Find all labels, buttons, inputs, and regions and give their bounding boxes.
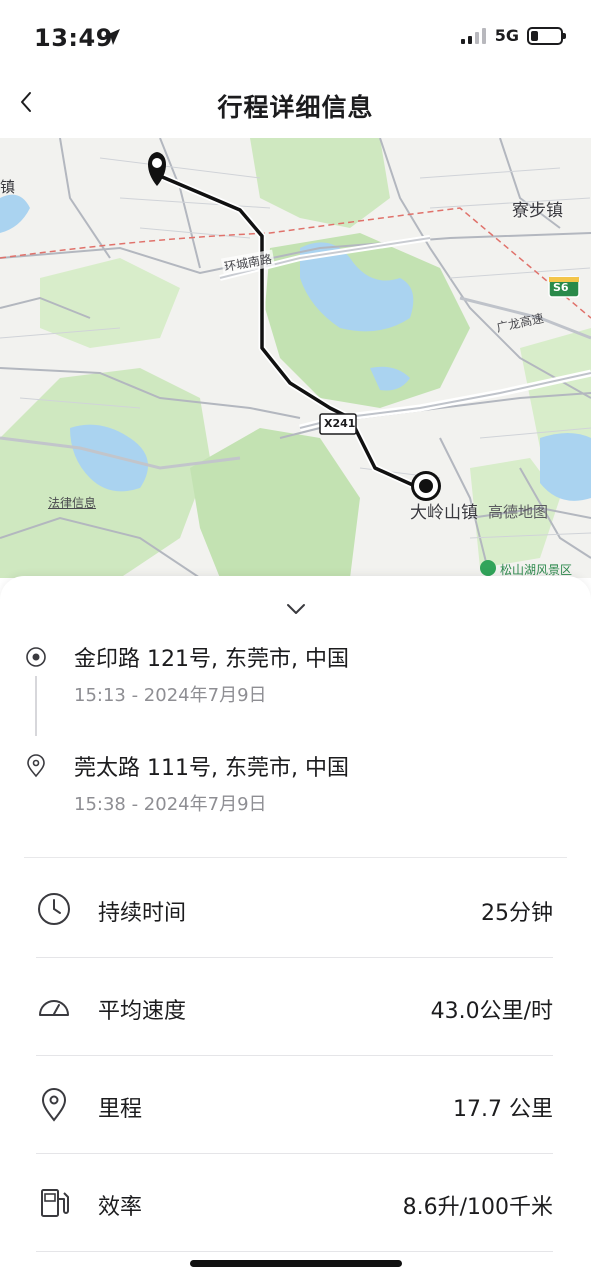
stat-row-efficiency: 效率 8.6升/100千米 — [0, 1154, 591, 1252]
location-pin-icon — [41, 1088, 67, 1122]
status-bar: 13:49 5G — [0, 0, 591, 70]
battery-icon — [527, 26, 566, 45]
map-label-edge-town: 镇 — [0, 178, 16, 196]
start-time: 15:13 - 2024年7月9日 — [74, 685, 267, 706]
home-indicator — [190, 1260, 402, 1267]
speedometer-icon — [39, 1000, 69, 1016]
trip-details-sheet: 金印路 121号, 东莞市, 中国 15:13 - 2024年7月9日 莞太路 … — [0, 576, 591, 1280]
destination-dot-icon — [411, 471, 441, 501]
stat-label: 里程 — [98, 1097, 143, 1122]
trip-end: 莞太路 111号, 东莞市, 中国 15:38 - 2024年7月9日 — [0, 750, 591, 830]
stat-value: 8.6升/100千米 — [402, 1195, 553, 1220]
map-label-town-dalingshan: 大岭山镇 — [410, 503, 478, 523]
stat-label: 效率 — [98, 1195, 143, 1220]
scenic-marker — [480, 560, 496, 576]
page-title: 行程详细信息 — [217, 93, 374, 122]
stat-value: 17.7 公里 — [453, 1097, 553, 1122]
map-label-x241: X241 — [324, 417, 356, 430]
collapse-button[interactable] — [279, 598, 313, 620]
signal-icon — [460, 27, 486, 44]
trip-connector-line — [35, 676, 37, 736]
stat-label: 平均速度 — [98, 999, 187, 1024]
stat-value: 25分钟 — [481, 901, 553, 926]
network-type: 5G — [494, 26, 519, 45]
start-address: 金印路 121号, 东莞市, 中国 — [74, 647, 349, 672]
section-divider — [24, 857, 567, 858]
map-label-s6: S6 — [553, 281, 569, 294]
stat-value: 43.0公里/时 — [430, 999, 553, 1024]
map-brand-label: 高德地图 — [488, 503, 549, 521]
trip-start: 金印路 121号, 东莞市, 中国 15:13 - 2024年7月9日 — [0, 641, 591, 721]
row-divider — [36, 1251, 553, 1252]
stat-row-distance: 里程 17.7 公里 — [0, 1056, 591, 1154]
end-address: 莞太路 111号, 东莞市, 中国 — [74, 756, 349, 781]
chevron-down-icon — [287, 604, 305, 614]
fuel-pump-icon — [41, 1189, 69, 1217]
map-label-town-liaobu: 寮步镇 — [512, 201, 563, 221]
map-legal-link[interactable]: 法律信息 — [48, 494, 96, 511]
location-pin-icon — [27, 754, 45, 778]
clock-icon — [38, 893, 70, 925]
stat-label: 持续时间 — [98, 901, 187, 926]
end-time: 15:38 - 2024年7月9日 — [74, 794, 267, 815]
stat-row-average-speed: 平均速度 43.0公里/时 — [0, 958, 591, 1056]
nav-bar: 行程详细信息 — [0, 70, 591, 138]
location-arrow-icon — [104, 29, 120, 45]
start-target-icon — [26, 647, 46, 667]
route-map[interactable]: 环城南路 寮步镇 广龙高速 S6 X241 大岭山镇 高德地图 法律信息 松山湖… — [0, 138, 591, 578]
stat-row-duration: 持续时间 25分钟 — [0, 860, 591, 958]
